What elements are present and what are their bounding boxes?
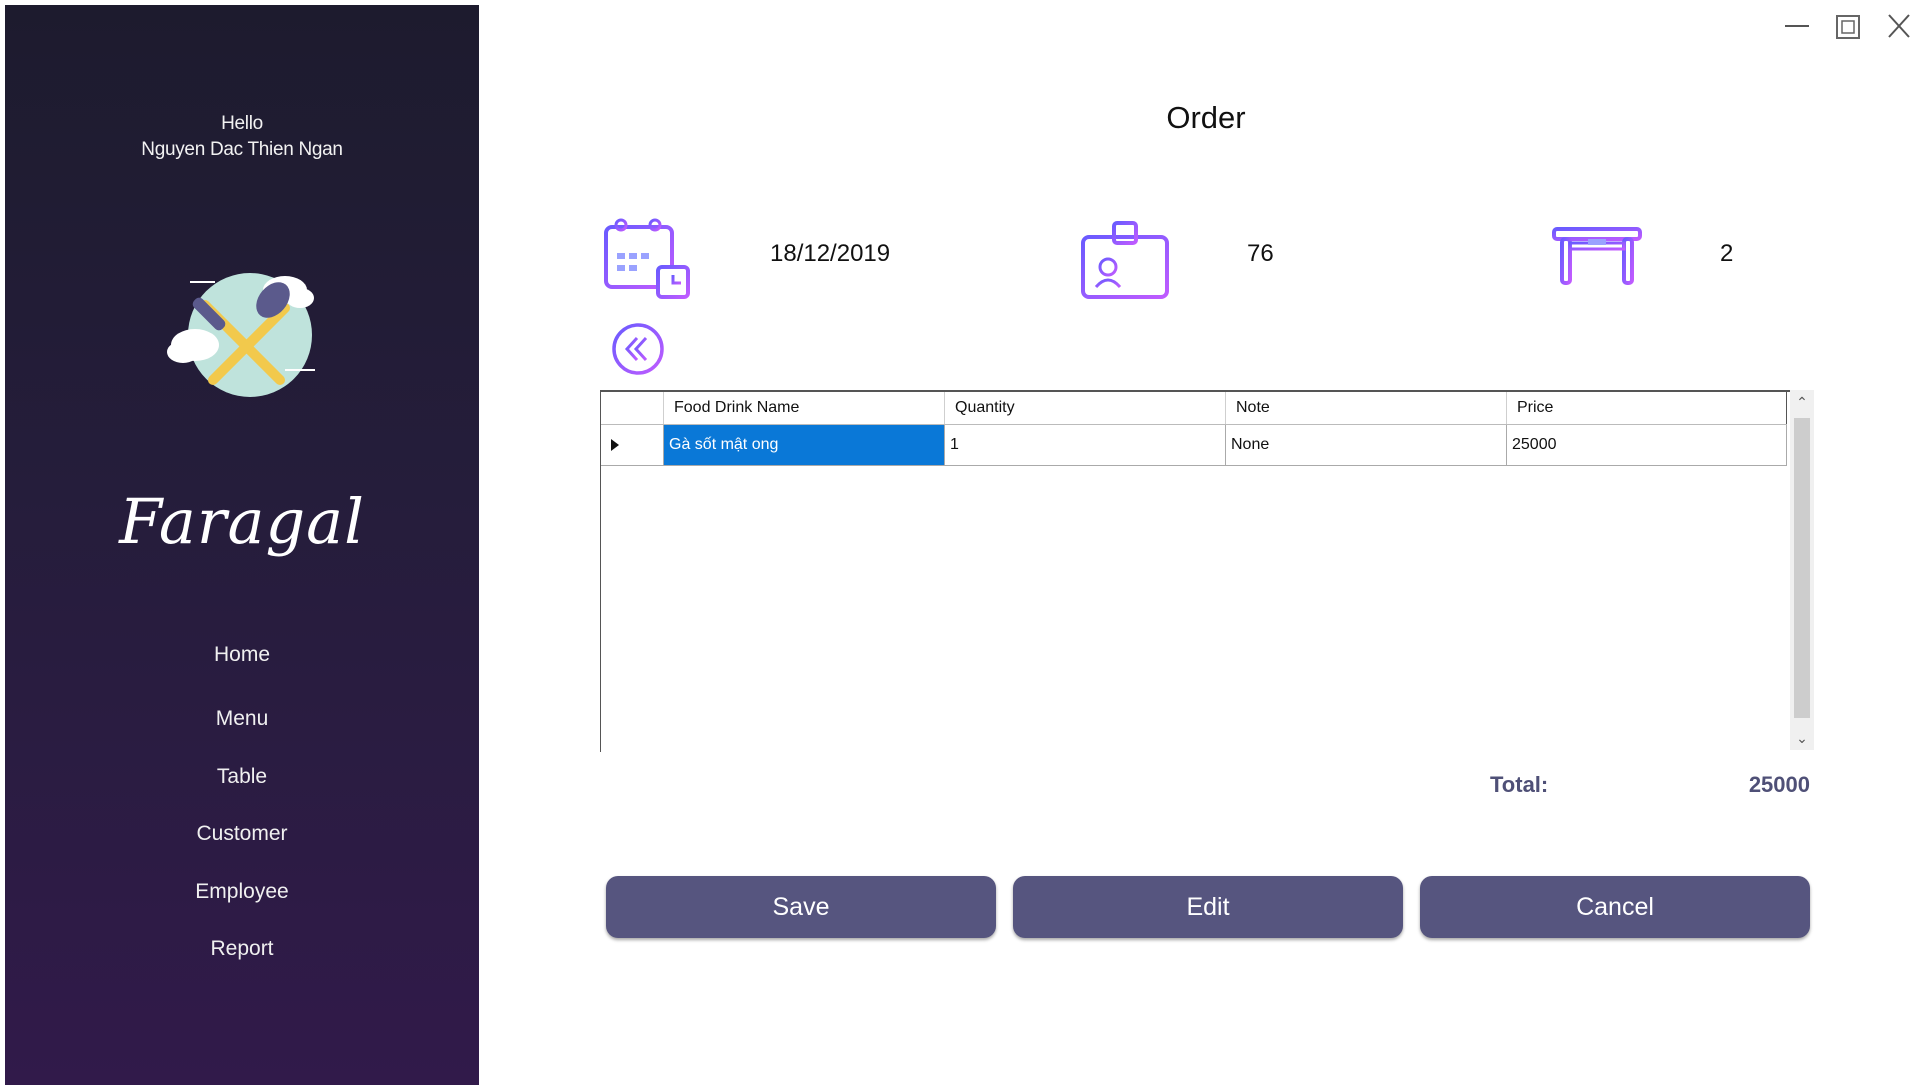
cancel-button[interactable]: Cancel: [1420, 876, 1810, 938]
nav-menu[interactable]: Menu: [5, 707, 479, 731]
page-title: Order: [1166, 100, 1246, 135]
grid-header-row: Food Drink Name Quantity Note Price: [601, 392, 1787, 425]
employee-badge-icon: [1081, 221, 1169, 299]
brand-logo-text: Faragal: [119, 485, 365, 558]
column-header-quantity[interactable]: Quantity: [944, 392, 1225, 424]
order-items-grid[interactable]: Food Drink Name Quantity Note Price Gà s…: [600, 390, 1791, 752]
nav-customer[interactable]: Customer: [5, 822, 479, 846]
nav-home[interactable]: Home: [5, 643, 479, 667]
minimize-icon[interactable]: [1777, 10, 1817, 42]
maximize-icon[interactable]: [1828, 10, 1868, 42]
greeting-text: Hello: [221, 113, 263, 134]
scroll-down-icon[interactable]: ⌄: [1790, 726, 1814, 750]
current-row-arrow-icon: [611, 439, 619, 451]
nav-report[interactable]: Report: [5, 937, 479, 961]
column-header-name[interactable]: Food Drink Name: [663, 392, 944, 424]
order-date: 18/12/2019: [770, 240, 891, 267]
cell-food-name[interactable]: Gà sốt mật ong: [663, 425, 944, 465]
row-selector[interactable]: [601, 425, 663, 465]
scroll-thumb[interactable]: [1794, 418, 1810, 718]
table-row[interactable]: Gà sốt mật ong 1 None 25000: [601, 425, 1787, 466]
save-button[interactable]: Save: [606, 876, 996, 938]
column-header-price[interactable]: Price: [1506, 392, 1787, 424]
grid-vertical-scrollbar[interactable]: ⌃ ⌄: [1790, 390, 1814, 750]
column-header-note[interactable]: Note: [1225, 392, 1506, 424]
employee-id: 76: [1247, 240, 1274, 267]
calendar-icon: [604, 218, 690, 299]
back-button-icon[interactable]: [611, 322, 665, 376]
sidebar: Hello Nguyen Dac Thien Ngan Faragal Home…: [5, 5, 479, 1085]
user-name: Nguyen Dac Thien Ngan: [141, 139, 343, 160]
restaurant-logo-icon: [167, 273, 315, 397]
scroll-up-icon[interactable]: ⌃: [1790, 390, 1814, 414]
table-number: 2: [1720, 240, 1734, 267]
table-icon: [1552, 227, 1642, 285]
total-value: 25000: [1748, 772, 1810, 797]
nav-employee[interactable]: Employee: [5, 880, 479, 904]
total-label: Total:: [1490, 772, 1549, 797]
edit-button[interactable]: Edit: [1013, 876, 1403, 938]
cell-quantity[interactable]: 1: [944, 425, 1225, 465]
row-header-corner: [601, 392, 663, 424]
close-icon[interactable]: [1879, 10, 1919, 42]
cell-note[interactable]: None: [1225, 425, 1506, 465]
cell-price[interactable]: 25000: [1506, 425, 1787, 465]
nav-table[interactable]: Table: [5, 765, 479, 789]
